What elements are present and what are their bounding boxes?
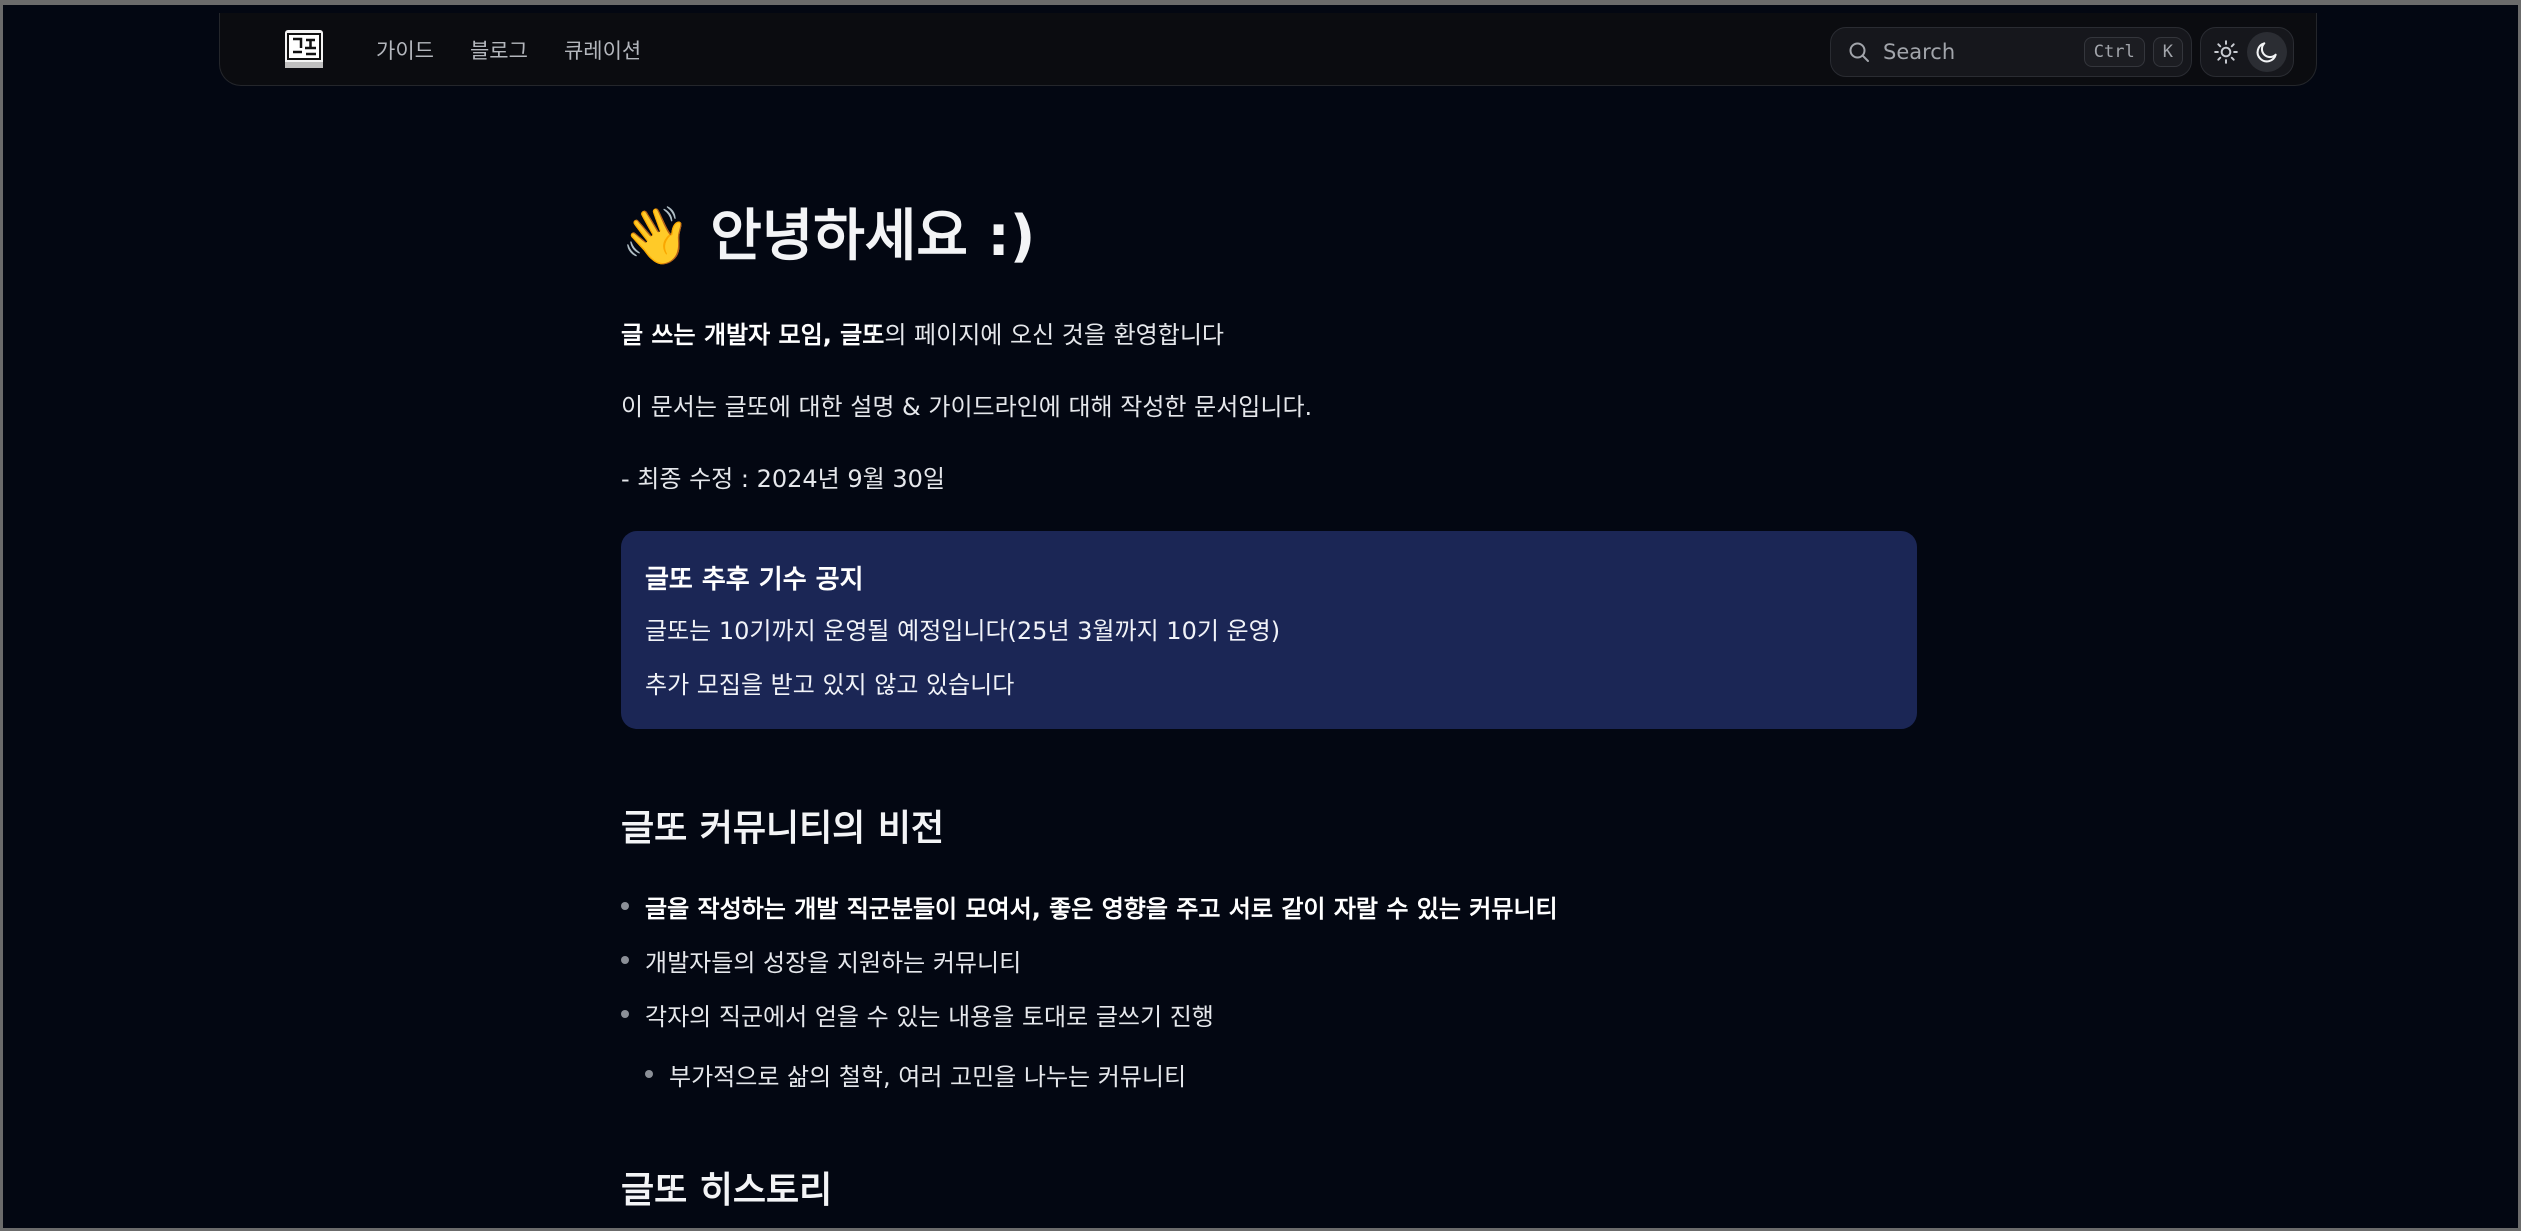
shortcut-key-k: K bbox=[2152, 37, 2183, 67]
page-title-text: 안녕하세요 :) bbox=[710, 204, 1036, 269]
list-item: 각자의 직군에서 얻을 수 있는 내용을 토대로 글쓰기 진행 bbox=[621, 997, 1214, 1032]
bullet-icon bbox=[621, 1010, 629, 1018]
last-modified-text: - 최종 수정 : 2024년 9월 30일 bbox=[621, 465, 945, 493]
list-item: 글을 작성하는 개발 직군분들이 모여서, 좋은 영향을 주고 서로 같이 자랄… bbox=[621, 889, 1558, 924]
nav-link-curation[interactable]: 큐레이션 bbox=[564, 35, 641, 65]
search-placeholder: Search bbox=[1883, 40, 1956, 64]
list-item-text: 개발자들의 성장을 지원하는 커뮤니티 bbox=[645, 949, 1022, 977]
waving-hand-emoji: 👋 bbox=[621, 204, 691, 269]
page-title: 👋 안녕하세요 :) bbox=[621, 195, 1035, 279]
list-item: 개발자들의 성장을 지원하는 커뮤니티 bbox=[621, 943, 1022, 978]
intro-bold-text: 글 쓰는 개발자 모임, 글또 bbox=[621, 321, 885, 349]
bullet-icon bbox=[645, 1070, 653, 1078]
site-logo[interactable] bbox=[282, 27, 326, 71]
list-item-text: 부가적으로 삶의 철학, 여러 고민을 나누는 커뮤니티 bbox=[669, 1063, 1187, 1091]
notice-title: 글또 추후 기수 공지 bbox=[645, 565, 864, 595]
nav-link-guide[interactable]: 가이드 bbox=[376, 35, 434, 65]
nested-list-item: 부가적으로 삶의 철학, 여러 고민을 나누는 커뮤니티 bbox=[645, 1057, 1187, 1092]
shortcut-key-ctrl: Ctrl bbox=[2083, 37, 2145, 67]
list-item-text: 각자의 직군에서 얻을 수 있는 내용을 토대로 글쓰기 진행 bbox=[645, 1003, 1214, 1031]
nav-links: 가이드 블로그 큐레이션 bbox=[376, 13, 641, 86]
intro-paragraph: 글 쓰는 개발자 모임, 글또의 페이지에 오신 것을 환영합니다 bbox=[621, 315, 1224, 350]
browser-viewport: 가이드 블로그 큐레이션 Search Ctrl K 👋 안녕하세요:) 글 … bbox=[0, 0, 2521, 1231]
description-paragraph: 이 문서는 글또에 대한 설명 & 가이드라인에 대해 작성한 문서입니다. bbox=[621, 393, 1313, 421]
sun-icon[interactable] bbox=[2213, 39, 2239, 65]
vision-heading: 글또 커뮤니티의 비전 bbox=[621, 808, 945, 849]
search-icon bbox=[1847, 40, 1871, 64]
bullet-icon bbox=[621, 902, 629, 910]
history-heading: 글또 히스토리 bbox=[621, 1170, 833, 1211]
intro-rest-text: 의 페이지에 오신 것을 환영합니다 bbox=[884, 321, 1224, 349]
notice-line: 글또는 10기까지 운영될 예정입니다(25년 3월까지 10기 운영) bbox=[645, 617, 1281, 645]
search-button[interactable]: Search Ctrl K bbox=[1830, 27, 2192, 77]
notice-callout: 글또 추후 기수 공지 글또는 10기까지 운영될 예정입니다(25년 3월까지… bbox=[621, 531, 1917, 729]
list-item-text: 글을 작성하는 개발 직군분들이 모여서, 좋은 영향을 주고 서로 같이 자랄… bbox=[645, 895, 1558, 923]
notice-line: 추가 모집을 받고 있지 않고 있습니다 bbox=[645, 671, 1015, 699]
bullet-icon bbox=[621, 956, 629, 964]
nav-link-blog[interactable]: 블로그 bbox=[470, 35, 528, 65]
top-navbar: 가이드 블로그 큐레이션 Search Ctrl K bbox=[219, 13, 2317, 86]
moon-icon[interactable] bbox=[2247, 32, 2287, 72]
theme-toggle[interactable] bbox=[2200, 27, 2294, 77]
